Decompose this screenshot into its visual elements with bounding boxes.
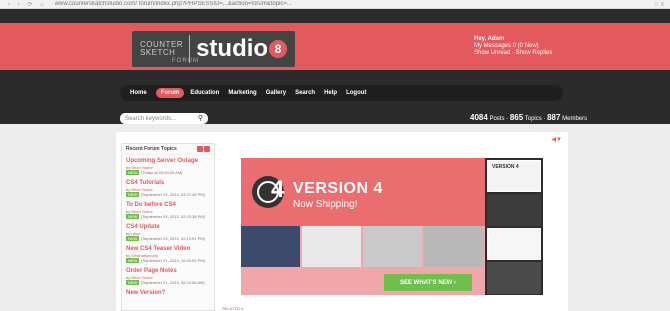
promo-title: VERSION 4	[293, 180, 383, 197]
topic-item[interactable]: New Version?	[122, 287, 214, 299]
menu-education[interactable]: Education	[190, 90, 219, 96]
promo-thumb	[424, 226, 483, 267]
topic-item[interactable]: CS4 Tutorials by Brian Yoshe NEW [September…	[122, 177, 214, 199]
menu-search[interactable]: Search	[295, 90, 315, 96]
topics-label: Topics	[524, 116, 542, 122]
version4-promo-banner[interactable]: 4 VERSION 4 Now Shipping! SEE WHAT'S NEW…	[241, 158, 485, 295]
new-badge: NEW	[126, 258, 140, 263]
topic-title-link[interactable]: New Version?	[126, 290, 210, 297]
recent-topics-panel: Recent Forum Topics Upcoming Server Outa…	[121, 143, 215, 311]
promo-thumb	[241, 226, 300, 267]
members-label: Members	[562, 116, 588, 122]
address-bar[interactable]: www.counterskatchstudio.com/ forum/index…	[55, 1, 615, 7]
logo-wordmark: COUNTER SKETCH	[140, 40, 184, 57]
menu-marketing[interactable]: Marketing	[228, 90, 256, 96]
slide-thumb[interactable]	[487, 194, 541, 226]
new-badge: NEW	[126, 170, 140, 175]
user-panel: Hey, Adam My Messages 0 (0 New) Show Unr…	[474, 36, 552, 57]
header-banner	[0, 23, 670, 70]
topic-item[interactable]: Order Page Notes by Brian Yoshe NEW [Septem…	[122, 265, 214, 287]
panel-controls-icon[interactable]	[196, 146, 210, 152]
new-badge: NEW	[126, 280, 140, 285]
new-badge: NEW	[126, 236, 140, 241]
menu-logout[interactable]: Logout	[346, 90, 366, 96]
menu-help[interactable]: Help	[324, 90, 337, 96]
main-menu: Home Forum Education Marketing Gallery S…	[120, 85, 563, 101]
posts-count: 4084	[470, 113, 488, 122]
promo-headline-area: 4 VERSION 4 Now Shipping!	[241, 158, 485, 226]
see-whats-new-button[interactable]: SEE WHAT'S NEW ›	[384, 274, 472, 291]
logo-badge-icon: 8	[269, 40, 288, 58]
messages-link[interactable]: My Messages 0 (0 New)	[474, 43, 552, 50]
promo-subtitle: Now Shipping!	[293, 199, 358, 210]
slide-thumb[interactable]	[487, 228, 541, 260]
topic-date: NEW [Today at 05:59:26 AM]	[126, 170, 183, 175]
topic-item[interactable]: Upcoming Server Outage by Brian Yoshe NEW[…	[122, 155, 214, 177]
recent-topics-list: Upcoming Server Outage by Brian Yoshe NEW[…	[122, 155, 214, 299]
promo-thumb	[302, 226, 361, 267]
topic-date: NEW [September 24, 2013, 02:12:51 PM]	[126, 236, 205, 241]
version-digit: 4	[271, 176, 285, 203]
topic-title-link[interactable]: To Do before CS4	[126, 202, 210, 209]
logo-forum-label: FORUM	[172, 58, 199, 64]
topic-title-link[interactable]: Order Page Notes	[126, 268, 210, 275]
search-input[interactable]: Search keywords... ⚲	[120, 113, 208, 124]
browser-tools-icons[interactable]: ☆ ≡	[653, 1, 664, 8]
topic-title-link[interactable]: CS4 Tutorials	[126, 180, 210, 187]
menu-forum[interactable]: Forum	[155, 88, 185, 98]
main-content: ◀▼ Recent Forum Topics Upcoming Server O…	[116, 132, 568, 311]
browser-nav-icons[interactable]: ‹ › ⟳ ⌂	[8, 1, 47, 8]
recent-topics-header: Recent Forum Topics	[122, 144, 214, 155]
new-badge: NEW	[126, 192, 140, 197]
new-badge: NEW	[126, 214, 140, 219]
topic-date: NEW [September 21, 2013, 08:22:08 AM]	[126, 280, 205, 285]
promo-thumbnails	[241, 226, 485, 267]
topic-title-link[interactable]: New CS4 Teaser Video	[126, 246, 210, 253]
menu-home[interactable]: Home	[130, 90, 147, 96]
topic-title-link[interactable]: Upcoming Server Outage	[126, 158, 210, 165]
topics-count: 865	[509, 113, 524, 122]
logo-studio: studio	[196, 35, 269, 62]
user-greeting: Hey, Adam	[474, 36, 505, 42]
topic-item[interactable]: New CS4 Teaser Video by Desinationcorp NEW…	[122, 243, 214, 265]
topic-date: NEW [September 24, 2013, 03:27:45 PM]	[126, 192, 205, 197]
topic-item[interactable]: To Do before CS4 by Brian Yoshe NEW [Septem…	[122, 199, 214, 221]
menu-gallery[interactable]: Gallery	[266, 90, 286, 96]
promo-thumb	[363, 226, 422, 267]
topic-item[interactable]: CS4 Update by raise NEW [September 24, 2013…	[122, 221, 214, 243]
topic-date: NEW [September 21, 2013, 10:20:55 PM]	[126, 258, 205, 263]
posts-label: Posts	[489, 116, 505, 122]
topic-date: NEW [September 24, 2013, 02:23:38 PM]	[126, 214, 205, 219]
slide-thumb[interactable]	[487, 262, 541, 294]
browser-toolbar: ‹ › ⟳ ⌂ www.counterskatchstudio.com/ for…	[0, 0, 670, 9]
search-icon[interactable]: ⚲	[198, 114, 203, 122]
related-label: RELATED A	[222, 306, 244, 311]
slide-thumb-active[interactable]: VERSION 4	[487, 160, 541, 192]
slide-thumbnail-strip: VERSION 4	[485, 158, 543, 295]
site-logo[interactable]: COUNTER SKETCH studio 8 FORUM	[132, 31, 296, 67]
unread-replies-links[interactable]: Show Unread · Show Replies	[474, 50, 552, 57]
forum-stats: 4084 Posts · 865 Topics · 887 Members	[470, 113, 588, 122]
members-count: 887	[547, 113, 561, 122]
search-placeholder: Search keywords...	[125, 115, 177, 122]
forum-page: COUNTER SKETCH studio 8 FORUM Hey, Adam …	[0, 9, 670, 311]
topic-title-link[interactable]: CS4 Update	[126, 224, 210, 231]
collapse-icon[interactable]: ◀▼	[551, 136, 562, 143]
